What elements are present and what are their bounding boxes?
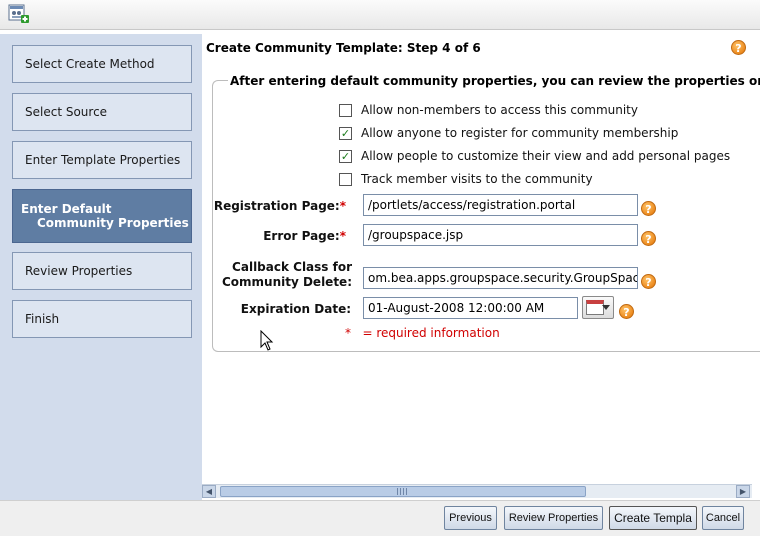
error-page-label-text: Error Page:: [263, 229, 340, 243]
callback-class-label: Callback Class for Community Delete:: [202, 260, 352, 290]
allow-non-members-checkbox[interactable]: [339, 103, 352, 117]
step-enter-template-properties[interactable]: Enter Template Properties: [12, 141, 192, 179]
step-label: Select Create Method: [25, 57, 155, 71]
step-select-source[interactable]: Select Source: [12, 93, 192, 131]
help-icon[interactable]: ?: [731, 40, 746, 55]
required-note: * = required information: [345, 326, 500, 340]
expiration-date-label: Expiration Date:: [240, 302, 351, 316]
top-toolbar: [0, 0, 760, 30]
expiration-date-help-icon[interactable]: ?: [619, 304, 634, 319]
scrollbar-grip: [397, 488, 409, 495]
step-label: Enter Template Properties: [25, 153, 181, 167]
required-mark: *: [339, 229, 346, 243]
required-mark: *: [345, 326, 351, 340]
checkbox-label: Allow people to customize their view and…: [361, 149, 731, 163]
step-label-line1: Enter Default: [21, 202, 112, 216]
callback-class-label-line2: Community Delete:: [221, 275, 352, 289]
previous-button[interactable]: Previous: [444, 506, 497, 530]
required-note-text: = required information: [362, 326, 500, 340]
option-allow-customize: ✓ Allow people to customize their view a…: [339, 148, 730, 164]
error-page-help-icon[interactable]: ?: [641, 231, 656, 246]
checkbox-label: Allow non-members to access this communi…: [361, 103, 638, 117]
option-allow-non-members: Allow non-members to access this communi…: [339, 102, 638, 118]
registration-page-label-text: Registration Page:: [213, 199, 340, 213]
callback-class-help-icon[interactable]: ?: [641, 274, 656, 289]
step-label: Finish: [25, 312, 60, 326]
registration-page-help-icon[interactable]: ?: [641, 201, 656, 216]
chevron-down-icon: [602, 305, 610, 310]
allow-customize-checkbox[interactable]: ✓: [339, 149, 352, 163]
calendar-icon[interactable]: [582, 296, 614, 319]
step-label-line2: Community Properties: [37, 216, 189, 230]
registration-page-input[interactable]: /portlets/access/registration.portal: [363, 194, 638, 216]
main-content: Create Community Template: Step 4 of 6 ?…: [202, 34, 760, 484]
wizard-sidebar: Select Create Method Select Source Enter…: [0, 34, 202, 500]
step-label: Select Source: [25, 105, 108, 119]
community-add-icon[interactable]: [8, 3, 30, 25]
page-title: Create Community Template: Step 4 of 6: [206, 41, 481, 55]
allow-register-checkbox[interactable]: ✓: [339, 126, 352, 140]
checkbox-label: Allow anyone to register for community m…: [361, 126, 679, 140]
error-page-label: Error Page:*: [202, 229, 346, 243]
callback-class-input[interactable]: om.bea.apps.groupspace.security.GroupSpa…: [363, 267, 638, 289]
option-track-visits: Track member visits to the community: [339, 171, 593, 187]
step-enter-default-community-properties[interactable]: Enter Default Community Properties: [12, 189, 192, 243]
step-select-create-method[interactable]: Select Create Method: [12, 45, 192, 83]
horizontal-scrollbar[interactable]: ◀ ▶: [202, 484, 752, 498]
step-review-properties[interactable]: Review Properties: [12, 252, 192, 290]
registration-page-label: Registration Page:*: [202, 199, 346, 213]
error-page-input[interactable]: /groupspace.jsp: [363, 224, 638, 246]
step-finish[interactable]: Finish: [12, 300, 192, 338]
section-heading: After entering default community propert…: [228, 74, 760, 88]
scroll-right-icon[interactable]: ▶: [736, 485, 750, 498]
required-mark: *: [339, 199, 346, 213]
track-visits-checkbox[interactable]: [339, 172, 352, 186]
expiration-date-input[interactable]: 01-August-2008 12:00:00 AM: [363, 297, 578, 319]
step-label: Review Properties: [25, 264, 133, 278]
scroll-left-icon[interactable]: ◀: [202, 485, 216, 498]
option-allow-register: ✓ Allow anyone to register for community…: [339, 125, 678, 141]
checkbox-label: Track member visits to the community: [361, 172, 593, 186]
review-properties-button[interactable]: Review Properties: [504, 506, 603, 530]
mouse-cursor-icon: [260, 330, 274, 351]
cancel-button[interactable]: Cancel: [702, 506, 744, 530]
callback-class-label-line1: Callback Class for: [232, 260, 352, 274]
create-template-button[interactable]: Create Templa: [609, 506, 697, 530]
scrollbar-thumb[interactable]: [220, 486, 586, 497]
